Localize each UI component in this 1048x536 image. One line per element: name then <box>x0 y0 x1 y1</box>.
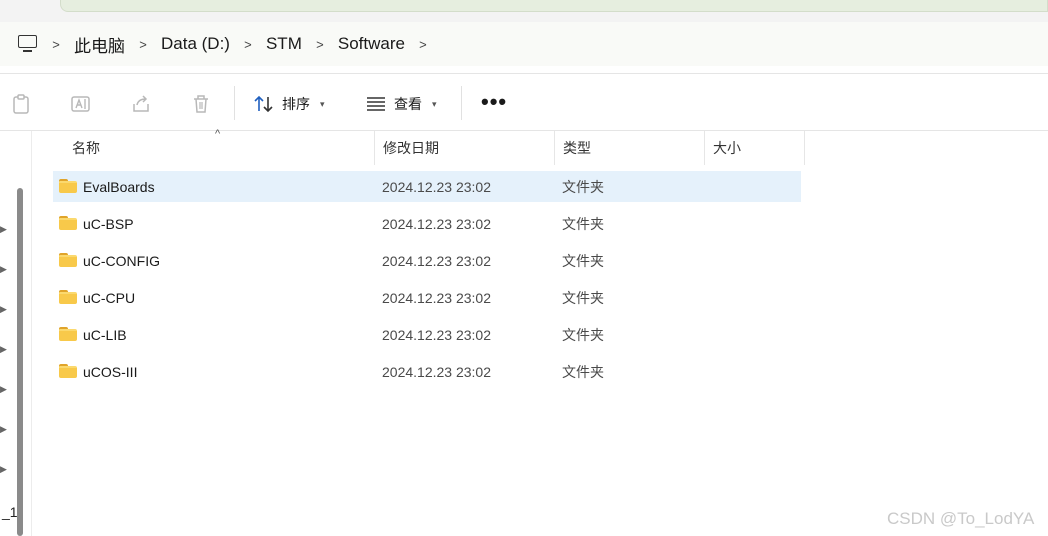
column-header-row: ^ 名称 修改日期 类型 大小 <box>32 128 1048 165</box>
chevron-right-icon[interactable]: > <box>44 37 68 52</box>
command-bar: 排序 ▾ 查看 ▾ ••• <box>0 73 1048 131</box>
folder-icon <box>59 253 77 267</box>
breadcrumb-item-data-drive[interactable]: Data (D:) <box>161 34 230 54</box>
this-pc-icon[interactable] <box>18 35 38 53</box>
sort-button[interactable]: 排序 ▾ <box>254 92 325 116</box>
folder-icon <box>59 179 77 193</box>
chevron-right-icon[interactable]: > <box>411 37 435 52</box>
file-explorer-window: > 此电脑 > Data (D:) > STM > Software > 排序 … <box>0 0 1048 536</box>
chevron-down-icon: ▾ <box>320 98 325 109</box>
column-header-size[interactable]: 大小 <box>705 131 805 165</box>
toolbar-divider <box>461 86 462 120</box>
address-bar[interactable]: > 此电脑 > Data (D:) > STM > Software > <box>0 22 1048 66</box>
file-name: uC-LIB <box>83 326 127 343</box>
breadcrumb-item-stm[interactable]: STM <box>266 34 302 54</box>
table-row[interactable]: EvalBoards 2024.12.23 23:02 文件夹 <box>53 171 801 202</box>
table-row[interactable]: uC-CPU 2024.12.23 23:02 文件夹 <box>53 282 801 313</box>
expand-arrow-icon[interactable]: ▶ <box>0 264 7 275</box>
paste-icon[interactable] <box>10 93 32 115</box>
file-date: 2024.12.23 23:02 <box>382 363 491 380</box>
file-name: uCOS-III <box>83 363 138 380</box>
more-options-button[interactable]: ••• <box>481 91 507 113</box>
view-button[interactable]: 查看 ▾ <box>366 92 437 116</box>
chevron-right-icon[interactable]: > <box>131 37 155 52</box>
folder-icon <box>59 327 77 341</box>
file-type: 文件夹 <box>562 215 604 232</box>
folder-icon <box>59 290 77 304</box>
toolbar-divider <box>234 86 235 120</box>
file-type: 文件夹 <box>562 178 604 195</box>
table-row[interactable]: uCOS-III 2024.12.23 23:02 文件夹 <box>53 356 801 387</box>
expand-arrow-icon[interactable]: ▶ <box>0 224 7 235</box>
column-header-name[interactable]: 名称 <box>64 131 375 165</box>
table-row[interactable]: uC-LIB 2024.12.23 23:02 文件夹 <box>53 319 801 350</box>
file-type: 文件夹 <box>562 289 604 306</box>
file-type: 文件夹 <box>562 252 604 269</box>
expand-arrow-icon[interactable]: ▶ <box>0 464 7 475</box>
file-date: 2024.12.23 23:02 <box>382 215 491 232</box>
expand-arrow-icon[interactable]: ▶ <box>0 424 7 435</box>
file-type: 文件夹 <box>562 363 604 380</box>
watermark-text: CSDN @To_LodYA <box>887 509 1035 528</box>
tab-strip <box>0 0 1048 22</box>
active-tab[interactable] <box>60 0 1048 12</box>
expand-arrow-icon[interactable]: ▶ <box>0 304 7 315</box>
sort-label: 排序 <box>282 96 310 112</box>
nav-scrollbar[interactable] <box>17 188 23 536</box>
file-date: 2024.12.23 23:02 <box>382 289 491 306</box>
breadcrumb-item-software[interactable]: Software <box>338 34 405 54</box>
folder-icon <box>59 216 77 230</box>
file-name: EvalBoards <box>83 178 155 195</box>
view-list-icon <box>367 97 385 111</box>
nav-item-fragment[interactable]: _1 <box>2 504 18 520</box>
delete-icon[interactable] <box>190 93 212 115</box>
share-icon[interactable] <box>130 93 152 115</box>
chevron-right-icon[interactable]: > <box>236 37 260 52</box>
table-row[interactable]: uC-CONFIG 2024.12.23 23:02 文件夹 <box>53 245 801 276</box>
column-header-date[interactable]: 修改日期 <box>375 131 555 165</box>
file-type: 文件夹 <box>562 326 604 343</box>
file-name: uC-CPU <box>83 289 136 306</box>
file-list: EvalBoards 2024.12.23 23:02 文件夹 uC-BSP 2… <box>53 171 801 393</box>
rename-icon[interactable] <box>70 93 92 115</box>
column-header-type[interactable]: 类型 <box>555 131 705 165</box>
breadcrumb-item-this-pc[interactable]: 此电脑 <box>74 32 125 57</box>
chevron-right-icon[interactable]: > <box>308 37 332 52</box>
file-name: uC-BSP <box>83 215 134 232</box>
view-label: 查看 <box>394 96 422 112</box>
navigation-pane[interactable] <box>0 131 32 536</box>
folder-icon <box>59 364 77 378</box>
file-date: 2024.12.23 23:02 <box>382 326 491 343</box>
file-date: 2024.12.23 23:02 <box>382 252 491 269</box>
table-row[interactable]: uC-BSP 2024.12.23 23:02 文件夹 <box>53 208 801 239</box>
sort-icon <box>254 95 273 113</box>
chevron-down-icon: ▾ <box>432 98 437 109</box>
file-name: uC-CONFIG <box>83 252 160 269</box>
expand-arrow-icon[interactable]: ▶ <box>0 344 7 355</box>
expand-arrow-icon[interactable]: ▶ <box>0 384 7 395</box>
file-date: 2024.12.23 23:02 <box>382 178 491 195</box>
